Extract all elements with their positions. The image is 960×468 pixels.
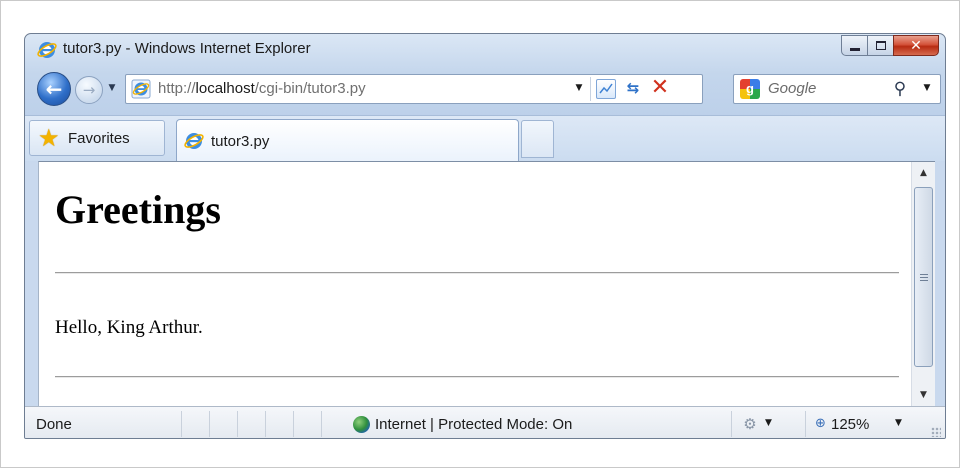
star-icon: ★ bbox=[38, 124, 60, 152]
compatibility-icon bbox=[599, 83, 613, 94]
forward-button[interactable]: → bbox=[75, 76, 103, 104]
search-button[interactable]: ⚲ bbox=[890, 79, 910, 99]
title-bar: tutor3.py - Windows Internet Explorer ✕ bbox=[25, 34, 945, 68]
horizontal-rule bbox=[55, 272, 899, 274]
address-url[interactable]: http://localhost/cgi-bin/tutor3.py bbox=[158, 80, 366, 97]
navigation-bar: ← → ▼ http://localhost/cgi-bin/tutor3.py… bbox=[25, 68, 945, 114]
forward-arrow-icon: → bbox=[82, 81, 96, 99]
status-bar: Done Internet | Protected Mode: On ⚙ ▼ ⊕… bbox=[25, 406, 945, 438]
resize-grip-icon[interactable] bbox=[931, 427, 941, 437]
ie-page-icon bbox=[131, 79, 151, 99]
recent-pages-dropdown[interactable]: ▼ bbox=[106, 82, 118, 94]
minimize-icon bbox=[849, 48, 860, 51]
tab-label: tutor3.py bbox=[211, 133, 270, 150]
scroll-thumb[interactable] bbox=[914, 187, 933, 367]
maximize-icon bbox=[875, 41, 886, 50]
status-divider bbox=[731, 411, 732, 437]
vertical-scrollbar[interactable]: ▲ ▼ bbox=[911, 162, 935, 406]
zoom-dropdown[interactable]: ▼ bbox=[895, 418, 902, 428]
window-title: tutor3.py - Windows Internet Explorer bbox=[63, 40, 311, 57]
security-zone[interactable]: Internet | Protected Mode: On bbox=[375, 416, 572, 433]
greeting-text: Hello, King Arthur. bbox=[55, 317, 203, 338]
popup-blocker-dropdown[interactable]: ▼ bbox=[765, 418, 772, 428]
minimize-button[interactable] bbox=[841, 35, 868, 56]
search-box[interactable]: g Google ⚲ ▼ bbox=[733, 74, 941, 104]
scroll-up-icon: ▲ bbox=[920, 168, 927, 178]
status-divider bbox=[181, 411, 182, 437]
url-scheme: http:// bbox=[158, 80, 196, 97]
status-divider bbox=[293, 411, 294, 437]
url-host: localhost bbox=[195, 80, 255, 97]
zoom-level[interactable]: 125% bbox=[831, 416, 869, 433]
magnifier-icon: ⚲ bbox=[893, 79, 907, 99]
status-text: Done bbox=[36, 416, 72, 433]
status-divider bbox=[321, 411, 322, 437]
address-separator bbox=[590, 77, 591, 101]
tab-bar: ★ Favorites tutor3.py bbox=[25, 115, 945, 163]
page-heading: Greetings bbox=[55, 187, 221, 232]
close-button[interactable]: ✕ bbox=[893, 35, 939, 56]
scroll-down-button[interactable]: ▼ bbox=[912, 384, 935, 406]
scroll-down-icon: ▼ bbox=[920, 390, 927, 400]
browser-window: tutor3.py - Windows Internet Explorer ✕ … bbox=[24, 33, 946, 439]
page-content: Greetings Hello, King Arthur. ▲ ▼ bbox=[38, 161, 935, 406]
status-divider bbox=[237, 411, 238, 437]
status-divider bbox=[209, 411, 210, 437]
address-bar[interactable]: http://localhost/cgi-bin/tutor3.py ▼ ⇆ ✕ bbox=[125, 74, 703, 104]
back-button[interactable]: ← bbox=[37, 72, 71, 106]
horizontal-rule bbox=[55, 376, 899, 378]
scroll-up-button[interactable]: ▲ bbox=[912, 162, 935, 184]
magnifier-plus-icon: ⊕ bbox=[815, 416, 826, 431]
favorites-button[interactable]: ★ Favorites bbox=[29, 120, 165, 156]
popup-blocker-icon[interactable]: ⚙ bbox=[741, 415, 759, 433]
back-arrow-icon: ← bbox=[45, 77, 63, 101]
status-divider bbox=[265, 411, 266, 437]
ie-tab-icon bbox=[184, 133, 204, 149]
search-options-dropdown[interactable]: ▼ bbox=[920, 83, 934, 93]
close-icon: ✕ bbox=[910, 37, 922, 54]
stop-button[interactable]: ✕ bbox=[648, 76, 672, 100]
url-path: /cgi-bin/tutor3.py bbox=[254, 80, 366, 97]
search-input[interactable]: Google bbox=[768, 80, 816, 97]
globe-icon bbox=[353, 416, 370, 433]
maximize-button[interactable] bbox=[867, 35, 894, 56]
address-dropdown-button[interactable]: ▼ bbox=[573, 83, 585, 93]
google-icon: g bbox=[740, 79, 760, 99]
ie-logo-icon bbox=[37, 42, 57, 58]
refresh-icon: ⇆ bbox=[626, 79, 640, 97]
refresh-button[interactable]: ⇆ bbox=[622, 77, 644, 99]
tab-tutor3[interactable]: tutor3.py bbox=[176, 119, 519, 163]
new-tab-button[interactable] bbox=[521, 120, 554, 158]
favorites-label: Favorites bbox=[68, 130, 130, 147]
status-divider bbox=[805, 411, 806, 437]
compatibility-view-button[interactable] bbox=[596, 79, 616, 99]
window-controls: ✕ bbox=[841, 35, 939, 57]
stop-icon: ✕ bbox=[650, 75, 670, 100]
grip-icon bbox=[920, 274, 928, 281]
